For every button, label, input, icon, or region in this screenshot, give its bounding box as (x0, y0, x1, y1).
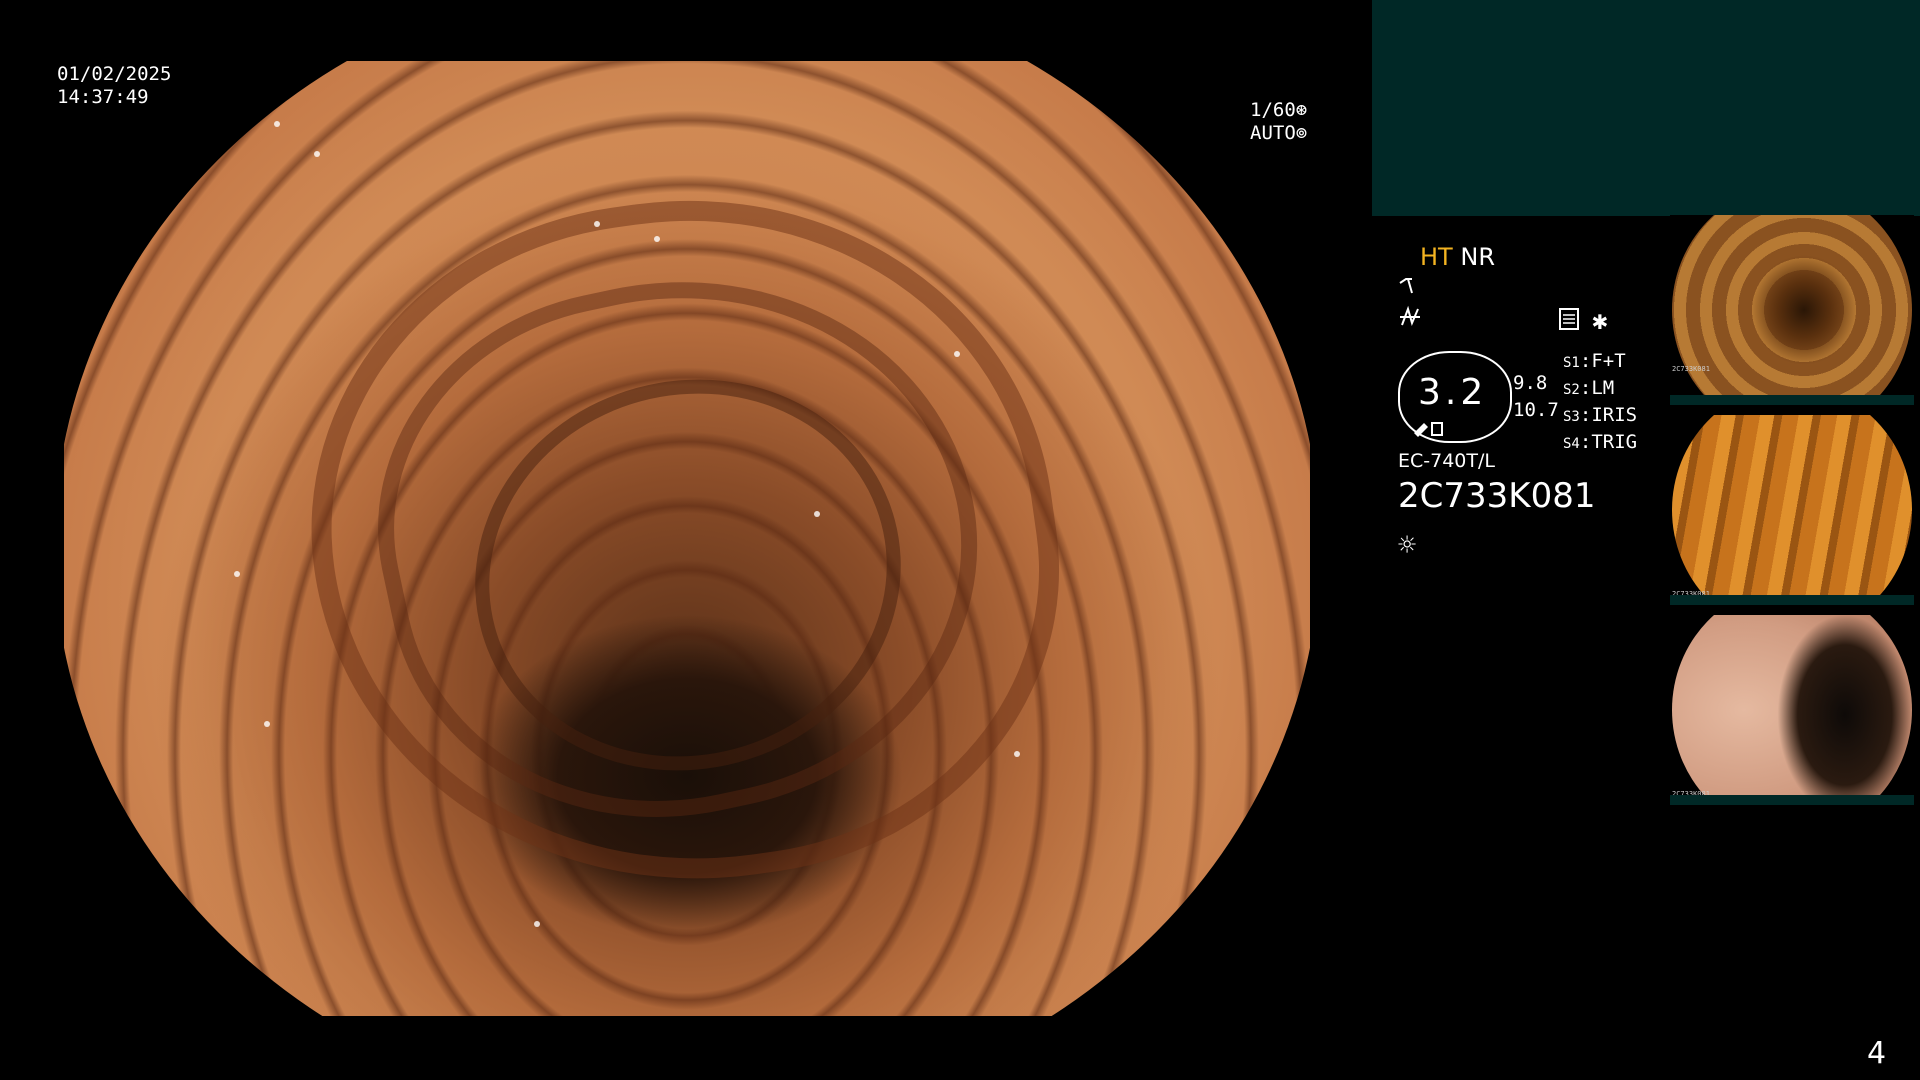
processing-flags: HT NR (1420, 243, 1495, 271)
light-reflection (314, 151, 320, 157)
switch-row: S2:LM (1563, 377, 1615, 399)
light-source-icon: ☼ (1398, 528, 1417, 563)
light-reflection (534, 921, 540, 927)
edge-enhance-icon (1398, 305, 1422, 335)
light-reflection (264, 721, 270, 727)
colon-lumen-image (64, 61, 1310, 1016)
mode-text: AUTO (1250, 122, 1296, 144)
thumbnail-image (1672, 415, 1912, 605)
switch-row: S1:F+T (1563, 350, 1626, 372)
level-values: 9.8 10.7 (1513, 370, 1559, 424)
switch-value: TRIG (1591, 431, 1638, 453)
asterisk-icon: ✱ (1592, 306, 1608, 336)
switch-row: S4:TRIG (1563, 431, 1638, 453)
ht-label: HT (1420, 243, 1453, 271)
switch-key: S1 (1563, 355, 1580, 371)
thumbnail-bar (1670, 395, 1914, 405)
light-reflection (1014, 751, 1020, 757)
enhancement-level: 3.2 (1418, 372, 1488, 413)
shutter-text: 1/60 (1250, 99, 1296, 121)
switch-value: LM (1591, 377, 1615, 399)
time-text: 14:37:49 (57, 86, 149, 108)
switch-settings: S1:F+T S2:LM S3:IRIS S4:TRIG (1563, 349, 1637, 457)
pencil-icon (1414, 422, 1443, 437)
nr-label: NR (1460, 243, 1495, 271)
page-number: 4 (1867, 1036, 1887, 1071)
thumbnail-image (1672, 215, 1912, 405)
light-reflection (234, 571, 240, 577)
teal-panel (1372, 0, 1920, 216)
switch-key: S4 (1563, 436, 1580, 452)
aperture-icon: ⊛ (1295, 99, 1308, 121)
scope-model: EC-740T/L (1398, 450, 1495, 472)
iris-icon: ⊚ (1295, 122, 1308, 144)
timestamp: 01/02/2025 14:37:49 (57, 63, 171, 109)
thumbnail-2[interactable]: 2C733K081 (1670, 415, 1914, 605)
contrast-curve-icon (1398, 275, 1422, 303)
light-reflection (594, 221, 600, 227)
thumbnail-caption: 2C733K081 (1672, 365, 1710, 373)
light-reflection (274, 121, 280, 127)
thumbnail-3[interactable]: 2C733K081 (1670, 615, 1914, 805)
level-value: 10.7 (1513, 399, 1559, 421)
light-reflection (954, 351, 960, 357)
memory-card-icon (1558, 307, 1580, 337)
thumbnail-bar (1670, 795, 1914, 805)
thumbnail-bar (1670, 595, 1914, 605)
thumbnail-image (1672, 615, 1912, 805)
thumbnail-1[interactable]: 2C733K081 (1670, 215, 1914, 405)
switch-row: S3:IRIS (1563, 404, 1638, 426)
switch-key: S3 (1563, 409, 1580, 425)
endoscope-view (64, 61, 1310, 1016)
scope-serial: 2C733K081 (1398, 476, 1596, 516)
light-reflection (814, 511, 820, 517)
switch-value: IRIS (1591, 404, 1638, 426)
exposure-info: 1/60⊛ AUTO⊚ (1250, 99, 1307, 145)
level-value: 9.8 (1513, 372, 1548, 394)
switch-value: F+T (1591, 350, 1626, 372)
date-text: 01/02/2025 (57, 63, 172, 85)
switch-key: S2 (1563, 382, 1580, 398)
light-reflection (654, 236, 660, 242)
